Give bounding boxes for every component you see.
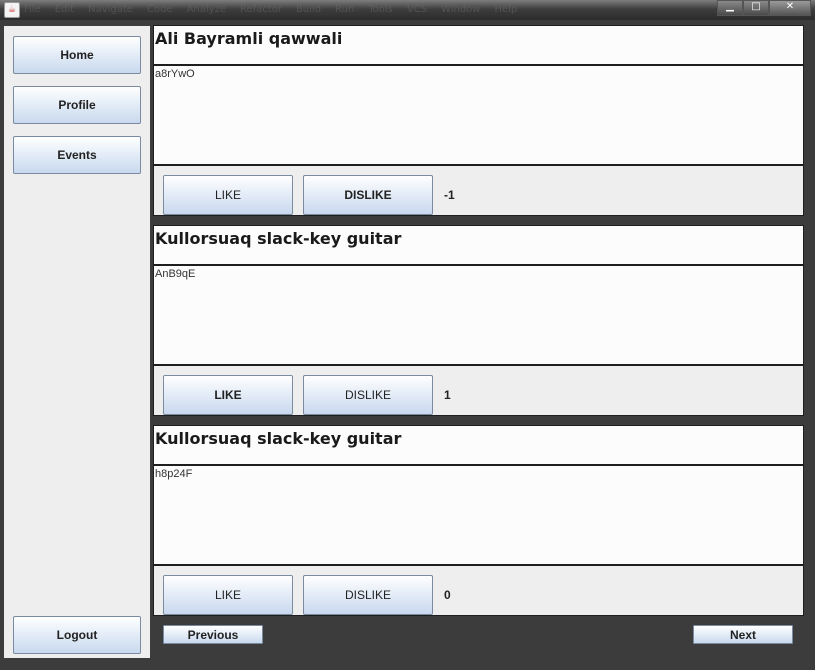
feed-panel: Ali Bayramli qawwali a8rYwO LIKE DISLIKE… xyxy=(153,25,804,655)
like-button[interactable]: LIKE xyxy=(163,175,293,215)
menu-refactor[interactable]: Refactor xyxy=(240,0,282,20)
post-body: a8rYwO xyxy=(153,65,804,165)
window-titlebar: ☕ File Edit Navigate Code Analyze Refact… xyxy=(0,0,815,20)
java-app-icon: ☕ xyxy=(4,2,20,18)
previous-button[interactable]: Previous xyxy=(163,625,263,644)
post-actions: LIKE DISLIKE 0 xyxy=(153,565,804,616)
post-actions: LIKE DISLIKE -1 xyxy=(153,165,804,216)
vote-score: -1 xyxy=(444,188,455,202)
menu-navigate[interactable]: Navigate xyxy=(88,0,133,20)
post-title: Ali Bayramli qawwali xyxy=(153,25,804,65)
dislike-button[interactable]: DISLIKE xyxy=(303,375,433,415)
post-card: Kullorsuaq slack-key guitar h8p24F LIKE … xyxy=(153,425,804,617)
maximize-icon[interactable]: □ xyxy=(743,0,769,16)
events-button[interactable]: Events xyxy=(13,136,141,174)
menu-window[interactable]: Window xyxy=(441,0,480,20)
like-button[interactable]: LIKE xyxy=(163,375,293,415)
close-icon[interactable]: ✕ xyxy=(769,0,811,16)
menu-code[interactable]: Code xyxy=(147,0,173,20)
menubar: File Edit Navigate Code Analyze Refactor… xyxy=(24,0,517,20)
window-controls: ▁ □ ✕ xyxy=(717,0,811,16)
menu-vcs[interactable]: VCS xyxy=(407,0,427,20)
menu-build[interactable]: Build xyxy=(296,0,321,20)
minimize-icon[interactable]: ▁ xyxy=(717,0,743,16)
menu-analyze[interactable]: Analyze xyxy=(187,0,226,20)
profile-button[interactable]: Profile xyxy=(13,86,141,124)
post-title: Kullorsuaq slack-key guitar xyxy=(153,425,804,465)
sidebar: Home Profile Events Logout xyxy=(4,26,150,658)
menu-run[interactable]: Run xyxy=(335,0,354,20)
post-card: Ali Bayramli qawwali a8rYwO LIKE DISLIKE… xyxy=(153,25,804,217)
post-card: Kullorsuaq slack-key guitar AnB9qE LIKE … xyxy=(153,225,804,417)
like-button[interactable]: LIKE xyxy=(163,575,293,615)
dislike-button[interactable]: DISLIKE xyxy=(303,175,433,215)
post-body: AnB9qE xyxy=(153,265,804,365)
next-button[interactable]: Next xyxy=(693,625,793,644)
menu-tools[interactable]: Tools xyxy=(368,0,393,20)
home-button[interactable]: Home xyxy=(13,36,141,74)
menu-edit[interactable]: Edit xyxy=(55,0,74,20)
post-actions: LIKE DISLIKE 1 xyxy=(153,365,804,416)
logout-button[interactable]: Logout xyxy=(13,616,141,654)
post-body: h8p24F xyxy=(153,465,804,565)
menu-file[interactable]: File xyxy=(24,0,41,20)
vote-score: 1 xyxy=(444,388,451,402)
menu-help[interactable]: Help xyxy=(494,0,517,20)
vote-score: 0 xyxy=(444,588,451,602)
dislike-button[interactable]: DISLIKE xyxy=(303,575,433,615)
post-title: Kullorsuaq slack-key guitar xyxy=(153,225,804,265)
